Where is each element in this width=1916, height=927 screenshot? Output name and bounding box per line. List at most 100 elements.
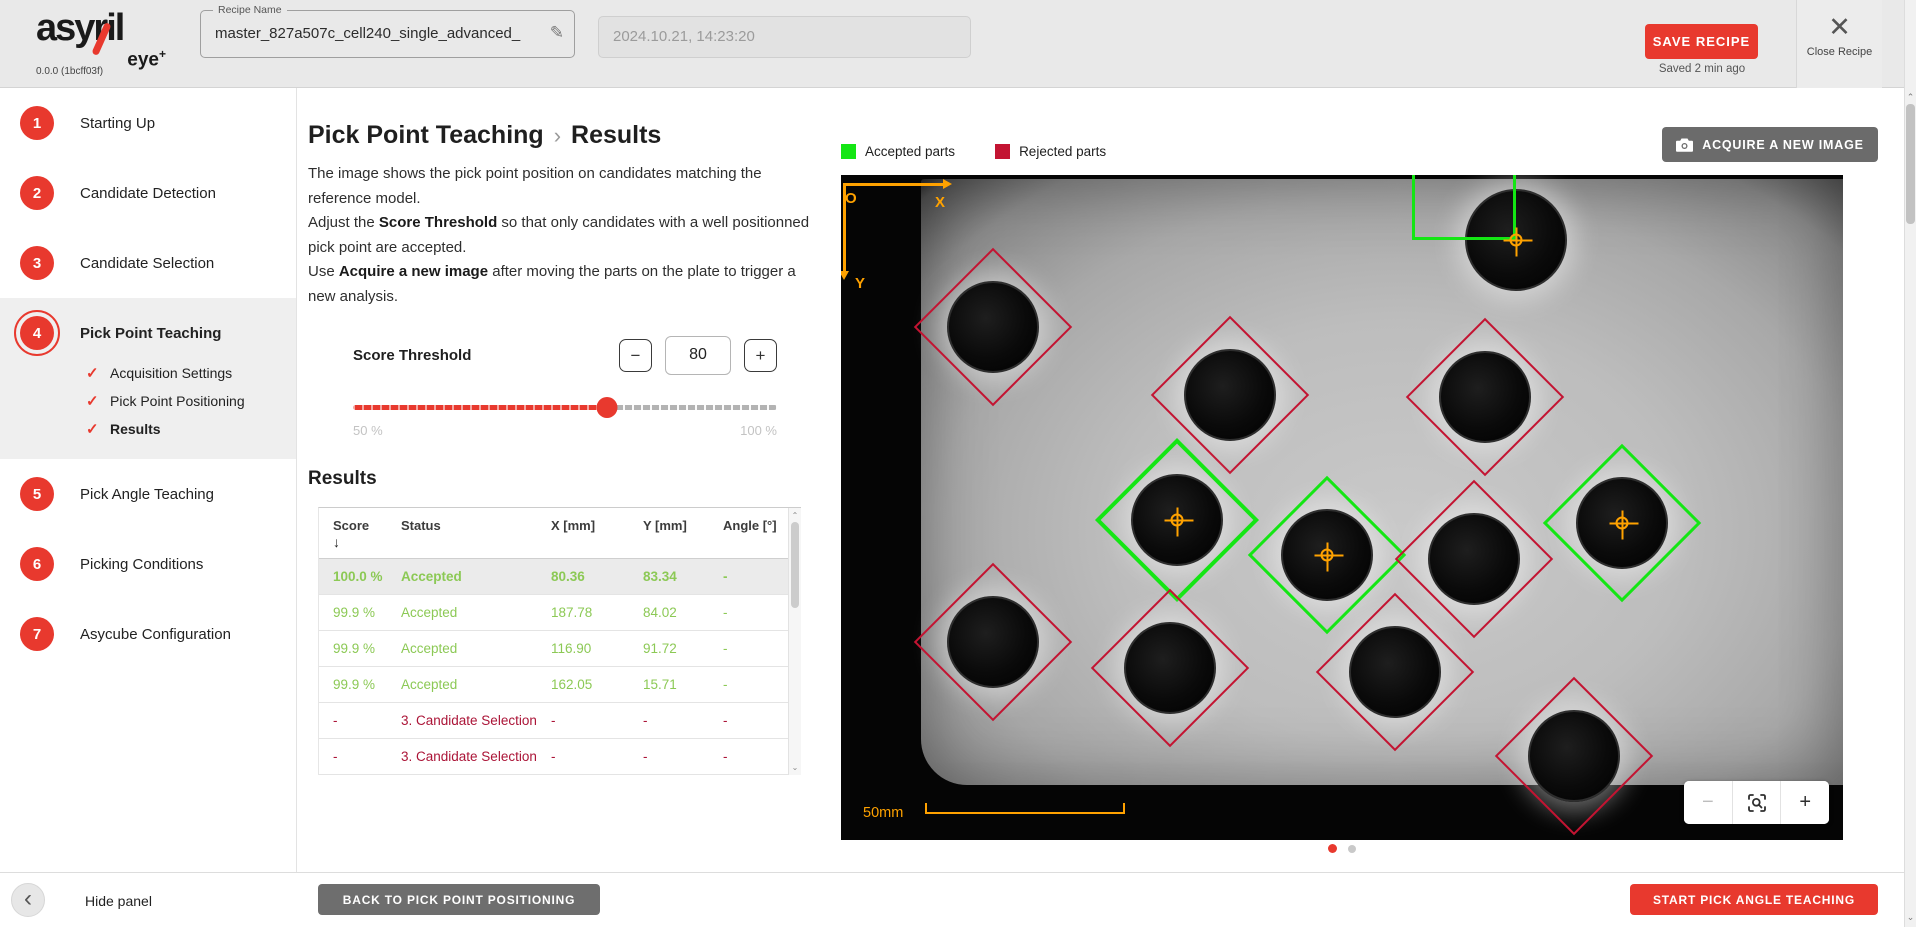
table-row[interactable]: 100.0 %Accepted80.3683.34-: [319, 559, 801, 595]
score-threshold-label: Score Threshold: [353, 347, 471, 364]
save-recipe-button[interactable]: SAVE RECIPE: [1645, 24, 1758, 59]
sidebar-item-candidate-selection[interactable]: 3Candidate Selection: [0, 228, 296, 298]
table-cell: -: [719, 667, 789, 702]
sidebar-item-label: Pick Angle Teaching: [80, 486, 214, 503]
table-cell: 84.02: [639, 595, 719, 630]
sidebar-item-candidate-detection[interactable]: 2Candidate Detection: [0, 158, 296, 228]
column-header[interactable]: Score↓: [319, 508, 397, 558]
recipe-name-value[interactable]: master_827a507c_cell240_single_advanced_: [215, 25, 535, 42]
sidebar-item-label: Candidate Selection: [80, 255, 214, 272]
sidebar-subitem-acquisition-settings[interactable]: ✓Acquisition Settings: [0, 359, 296, 387]
table-row[interactable]: 99.9 %Accepted116.9091.72-: [319, 631, 801, 667]
y-axis-label: Y: [855, 275, 865, 292]
page-title: Results: [571, 121, 661, 149]
slider-range-labels: 50 % 100 %: [353, 423, 777, 438]
hide-panel-label[interactable]: Hide panel: [85, 893, 152, 909]
accepted-part-frame[interactable]: [1412, 175, 1516, 240]
table-cell: 116.90: [547, 631, 639, 666]
threshold-value-input[interactable]: 80: [665, 336, 731, 375]
pagination-dot[interactable]: [1328, 844, 1337, 853]
recipe-name-field[interactable]: Recipe Name master_827a507c_cell240_sing…: [200, 10, 575, 58]
check-icon: ✓: [86, 420, 110, 438]
table-cell: 3. Candidate Selection: [397, 703, 547, 738]
pagination-dot[interactable]: [1348, 845, 1356, 853]
table-cell: -: [547, 703, 639, 738]
sidebar-item-asycube-configuration[interactable]: 7Asycube Configuration: [0, 599, 296, 669]
table-row[interactable]: 99.9 %Accepted162.0515.71-: [319, 667, 801, 703]
table-row[interactable]: -3. Candidate Selection---: [319, 739, 801, 775]
slider-handle[interactable]: [597, 397, 618, 418]
sidebar-subitem-results[interactable]: ✓Results: [0, 415, 296, 443]
active-step-ring: 4: [14, 310, 60, 356]
table-scrollbar-up-icon[interactable]: ⌃: [789, 511, 801, 520]
sidebar-item-label: Asycube Configuration: [80, 626, 231, 643]
table-scrollbar[interactable]: ⌃⌄: [788, 508, 801, 775]
table-cell: 162.05: [547, 667, 639, 702]
sidebar-subitem-pick-point-positioning[interactable]: ✓Pick Point Positioning: [0, 387, 296, 415]
sidebar-active-section: 4Pick Point Teaching✓Acquisition Setting…: [0, 298, 296, 459]
check-icon: ✓: [86, 364, 110, 382]
threshold-slider[interactable]: [353, 397, 777, 417]
check-icon: ✓: [86, 392, 110, 410]
zoom-in-button[interactable]: +: [1780, 781, 1829, 824]
table-scrollbar-thumb[interactable]: [791, 522, 799, 608]
sidebar-item-pick-angle-teaching[interactable]: 5 Pick Angle Teaching: [0, 459, 296, 529]
sidebar-item-pick-point-teaching[interactable]: 4Pick Point Teaching: [0, 307, 296, 359]
legend: Accepted parts Rejected parts: [841, 144, 1106, 159]
pick-point-crosshair-icon: [1321, 549, 1334, 562]
table-cell: 100.0 %: [319, 559, 397, 594]
camera-icon: [1676, 138, 1693, 152]
breadcrumb: Pick Point Teaching › Results: [308, 121, 780, 150]
table-cell: 91.72: [639, 631, 719, 666]
table-cell: 15.71: [639, 667, 719, 702]
scale-label: 50mm: [863, 805, 903, 821]
close-recipe-button[interactable]: ✕ Close Recipe: [1796, 0, 1882, 88]
back-to-pick-point-positioning-button[interactable]: BACK TO PICK POINT POSITIONING: [318, 884, 600, 915]
hide-panel-button[interactable]: ‹: [11, 883, 45, 917]
app-window: asyril eye+ 0.0.0 (1bcff03f) Recipe Name…: [0, 0, 1916, 927]
edit-pencil-icon[interactable]: ✎: [550, 23, 564, 43]
acquire-new-image-button[interactable]: ACQUIRE A NEW IMAGE: [1662, 127, 1878, 162]
threshold-decrement-button[interactable]: −: [619, 339, 652, 372]
axis-origin-label: O: [845, 190, 857, 207]
table-cell: -: [547, 739, 639, 774]
breadcrumb-section[interactable]: Pick Point Teaching: [308, 121, 544, 149]
column-header-label: Angle [°]: [723, 518, 785, 533]
column-header: Status: [397, 508, 547, 558]
sidebar-item-picking-conditions[interactable]: 6Picking Conditions: [0, 529, 296, 599]
table-cell: -: [719, 631, 789, 666]
column-header: Y [mm]: [639, 508, 719, 558]
table-cell: -: [719, 559, 789, 594]
zoom-out-button[interactable]: −: [1684, 781, 1732, 824]
y-axis-arrowhead-icon: [841, 271, 849, 280]
image-pagination: [841, 844, 1843, 853]
legend-color-swatch: [995, 144, 1010, 159]
zoom-fit-button[interactable]: [1732, 781, 1781, 824]
breadcrumb-separator-icon: ›: [554, 123, 561, 148]
legend-item: Rejected parts: [995, 144, 1106, 159]
close-recipe-label: Close Recipe: [1797, 46, 1882, 58]
scrollbar-thumb[interactable]: [1906, 104, 1915, 224]
scale-bar: [925, 803, 1125, 814]
table-cell: Accepted: [397, 667, 547, 702]
table-cell: Accepted: [397, 631, 547, 666]
page-scrollbar[interactable]: ⌃ ⌄: [1904, 0, 1916, 927]
step-number-badge: 4: [20, 316, 54, 350]
threshold-increment-button[interactable]: +: [744, 339, 777, 372]
scrollbar-down-icon[interactable]: ⌄: [1905, 912, 1916, 923]
scrollbar-up-icon[interactable]: ⌃: [1905, 92, 1916, 103]
page-description: The image shows the pick point position …: [308, 162, 816, 309]
header-bar: asyril eye+ 0.0.0 (1bcff03f) Recipe Name…: [0, 0, 1904, 88]
results-table: Score↓StatusX [mm]Y [mm]Angle [°]100.0 %…: [318, 507, 801, 775]
sidebar-item-starting-up[interactable]: 1Starting Up: [0, 88, 296, 158]
table-cell: -: [319, 739, 397, 774]
step-number-badge: 5: [20, 477, 54, 511]
legend-item: Accepted parts: [841, 144, 955, 159]
start-pick-angle-teaching-button[interactable]: START PICK ANGLE TEACHING: [1630, 884, 1878, 915]
sidebar-item-label: Candidate Detection: [80, 185, 216, 202]
table-row[interactable]: 99.9 %Accepted187.7884.02-: [319, 595, 801, 631]
table-row[interactable]: -3. Candidate Selection---: [319, 703, 801, 739]
score-threshold-row: Score Threshold − 80 +: [353, 336, 777, 375]
camera-image[interactable]: O X Y 50mm −: [841, 175, 1843, 840]
table-scrollbar-down-icon[interactable]: ⌄: [789, 763, 801, 772]
